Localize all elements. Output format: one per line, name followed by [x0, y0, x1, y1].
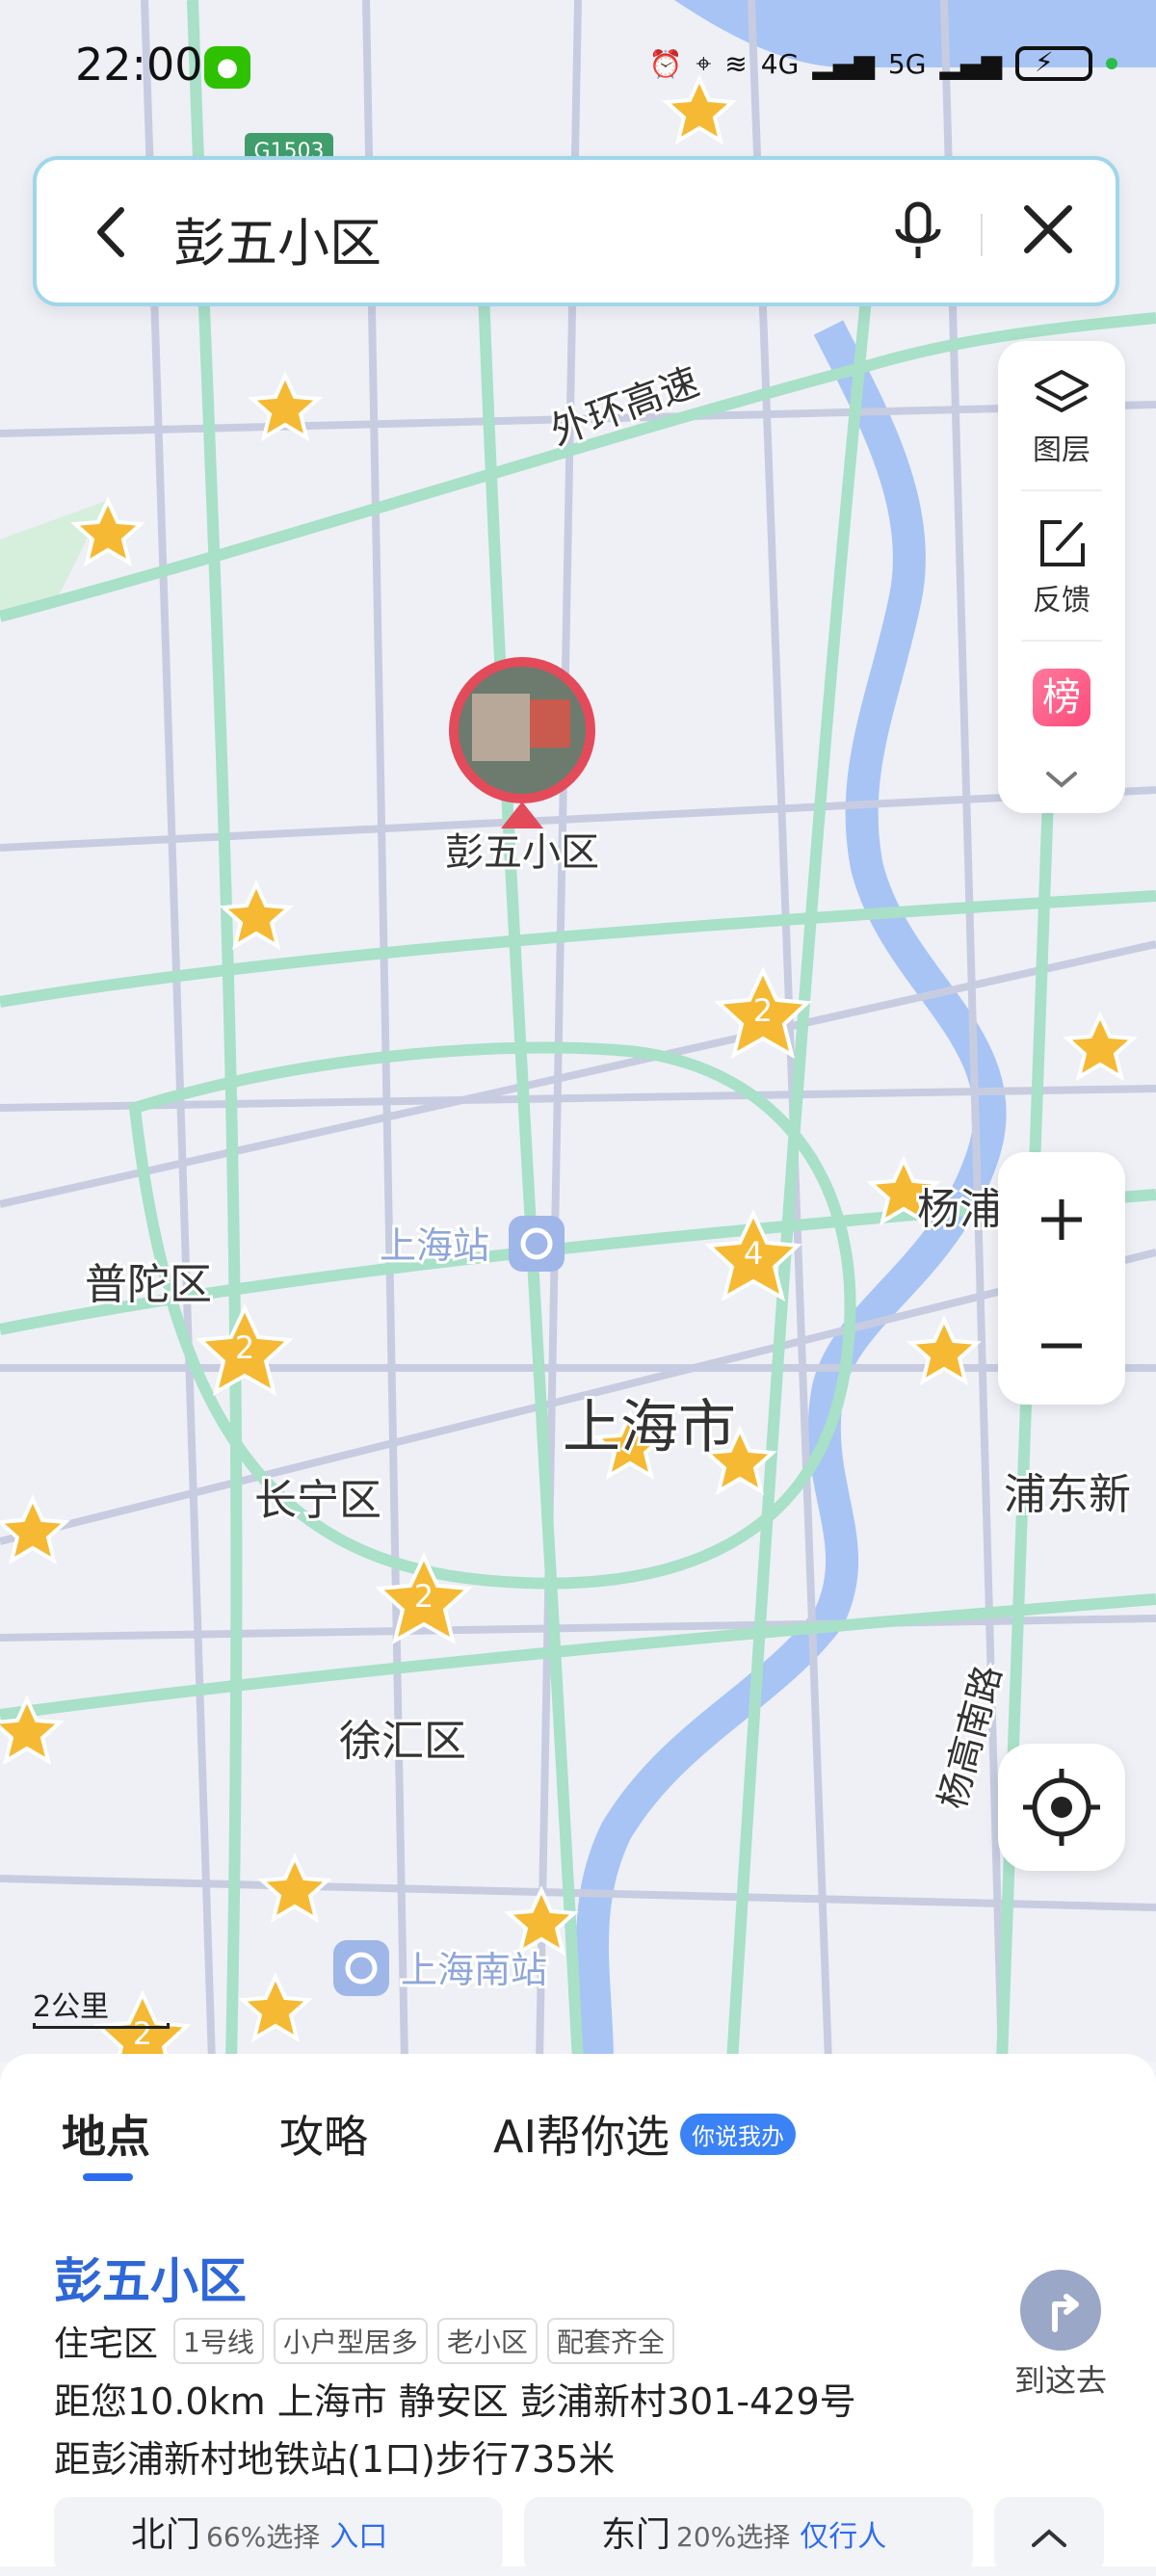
feedback-button[interactable]: 反馈	[998, 516, 1125, 618]
map-tools-panel: 图层 反馈 榜	[998, 341, 1125, 813]
location-icon: ⌖	[696, 47, 712, 79]
alarm-icon: ⏰	[648, 47, 683, 80]
divider	[1021, 640, 1102, 642]
ranking-button[interactable]: 榜	[998, 669, 1125, 726]
plus-icon	[1041, 1198, 1082, 1240]
district-label-putuo: 普陀区	[85, 1261, 212, 1308]
poi-address: 距您10.0km 上海市 静安区 彭浦新村301-429号	[54, 2380, 856, 2423]
search-query[interactable]: 彭五小区	[173, 200, 381, 276]
locate-me-button[interactable]	[998, 1744, 1125, 1871]
gate-type: 入口	[329, 2520, 388, 2554]
panel-tabs: 地点 攻略 AI帮你选 你说我办	[0, 2102, 1156, 2179]
poi-tag: 1号线	[173, 2318, 264, 2364]
poi-tags: 住宅区 1号线 小户型居多 老小区 配套齐全	[54, 2316, 674, 2366]
gate-option[interactable]: 东门 20%选择 仅行人	[524, 2497, 973, 2574]
city-label-shanghai: 上海市	[563, 1395, 736, 1459]
star-count: 4	[744, 1235, 763, 1272]
clock: 22:00	[75, 39, 203, 91]
map-scale-bar	[33, 2023, 170, 2029]
status-icons: ⏰ ⌖ ≋ 4G ▂▄▆ 5G ▂▄▆ ⚡	[649, 46, 1117, 81]
status-bar: 22:00 ● ⏰ ⌖ ≋ 4G ▂▄▆ 5G ▂▄▆ ⚡	[0, 0, 1156, 135]
expand-gates-button[interactable]	[994, 2497, 1104, 2574]
district-label-xuhui: 徐汇区	[339, 1718, 466, 1765]
route-icon	[1020, 2270, 1101, 2351]
feedback-label: 反馈	[1033, 584, 1090, 618]
gate-option[interactable]: 北门 66%选择 入口	[54, 2497, 503, 2574]
map-canvas[interactable]: 2 4 2 2 2 G1503 外环高速 普陀区 长宁区 徐汇区 上海市 杨浦 …	[0, 0, 1156, 2062]
tab-guide[interactable]: 攻略	[279, 2102, 368, 2166]
network-5g: 5G	[887, 47, 927, 80]
gate-name: 东门	[601, 2515, 671, 2555]
go-here-button[interactable]: 到这去	[998, 2270, 1123, 2401]
divider	[981, 214, 983, 256]
district-label-pudong: 浦东新	[1004, 1471, 1131, 1518]
signal-icon: ▂▄▆	[939, 47, 1002, 80]
zoom-in-button[interactable]	[998, 1152, 1125, 1278]
edit-icon	[1040, 520, 1085, 566]
poi-pin-label: 彭五小区	[445, 831, 599, 874]
gate-share: 20%选择	[676, 2521, 791, 2553]
poi-tag: 配套齐全	[546, 2318, 674, 2364]
poi-metro-distance: 距彭浦新村地铁站(1口)步行735米	[54, 2438, 616, 2481]
dot-indicator	[1106, 58, 1117, 69]
network-4g: 4G	[760, 47, 800, 80]
tab-place[interactable]: 地点	[62, 2102, 150, 2166]
district-label-changning: 长宁区	[254, 1477, 381, 1524]
star-count: 2	[133, 2015, 152, 2052]
chevron-down-icon	[1046, 772, 1077, 788]
expand-tools-button[interactable]	[998, 763, 1125, 797]
star-count: 2	[235, 1329, 254, 1366]
chevron-left-icon	[97, 207, 124, 257]
microphone-icon	[895, 201, 941, 258]
poi-name[interactable]: 彭五小区	[54, 2243, 247, 2312]
crosshair-icon	[1023, 1769, 1100, 1846]
battery-icon: ⚡	[1015, 46, 1092, 81]
ranking-icon: 榜	[1033, 669, 1090, 726]
layers-button[interactable]: 图层	[998, 368, 1125, 468]
layers-label: 图层	[1033, 434, 1090, 467]
close-icon	[1024, 205, 1072, 253]
gate-options: 北门 66%选择 入口 东门 20%选择 仅行人	[54, 2497, 1104, 2574]
poi-type: 住宅区	[54, 2325, 159, 2364]
map-scale-label: 2公里	[33, 1990, 110, 2024]
gate-name: 北门	[131, 2515, 201, 2555]
district-label-yangpu: 杨浦	[917, 1186, 1002, 1233]
gate-type: 仅行人	[800, 2520, 887, 2554]
layers-icon	[1035, 370, 1089, 412]
wifi-icon: ≋	[724, 47, 748, 80]
station-icon-shanghai-south[interactable]	[333, 1940, 389, 1996]
poi-tag: 小户型居多	[273, 2318, 428, 2364]
go-here-label: 到这去	[1013, 2362, 1107, 2399]
search-bar: 彭五小区	[33, 156, 1119, 306]
back-button[interactable]	[79, 198, 146, 266]
star-count: 2	[753, 992, 773, 1029]
chevron-up-icon	[1032, 2529, 1066, 2547]
station-label-shanghai: 上海站	[380, 1226, 489, 1267]
ai-badge: 你说我办	[680, 2114, 796, 2155]
tab-ai-choose[interactable]: AI帮你选	[493, 2102, 670, 2166]
wechat-notification-icon: ●	[204, 46, 250, 89]
divider	[1021, 489, 1102, 491]
station-icon-shanghai[interactable]	[509, 1216, 565, 1272]
signal-icon: ▂▄▆	[812, 47, 875, 80]
minus-icon	[1041, 1343, 1082, 1349]
poi-tag: 老小区	[436, 2318, 538, 2364]
star-count: 2	[414, 1578, 434, 1615]
zoom-out-button[interactable]	[998, 1278, 1125, 1405]
gate-share: 66%选择	[206, 2521, 321, 2553]
station-label-shanghai-south: 上海南站	[401, 1951, 547, 1991]
zoom-control	[998, 1152, 1125, 1405]
voice-search-button[interactable]	[884, 198, 952, 266]
poi-detail-panel: 地点 攻略 AI帮你选 你说我办 彭五小区 住宅区 1号线 小户型居多 老小区 …	[0, 2054, 1156, 2574]
clear-search-button[interactable]	[1012, 193, 1085, 266]
active-tab-indicator	[83, 2173, 133, 2181]
